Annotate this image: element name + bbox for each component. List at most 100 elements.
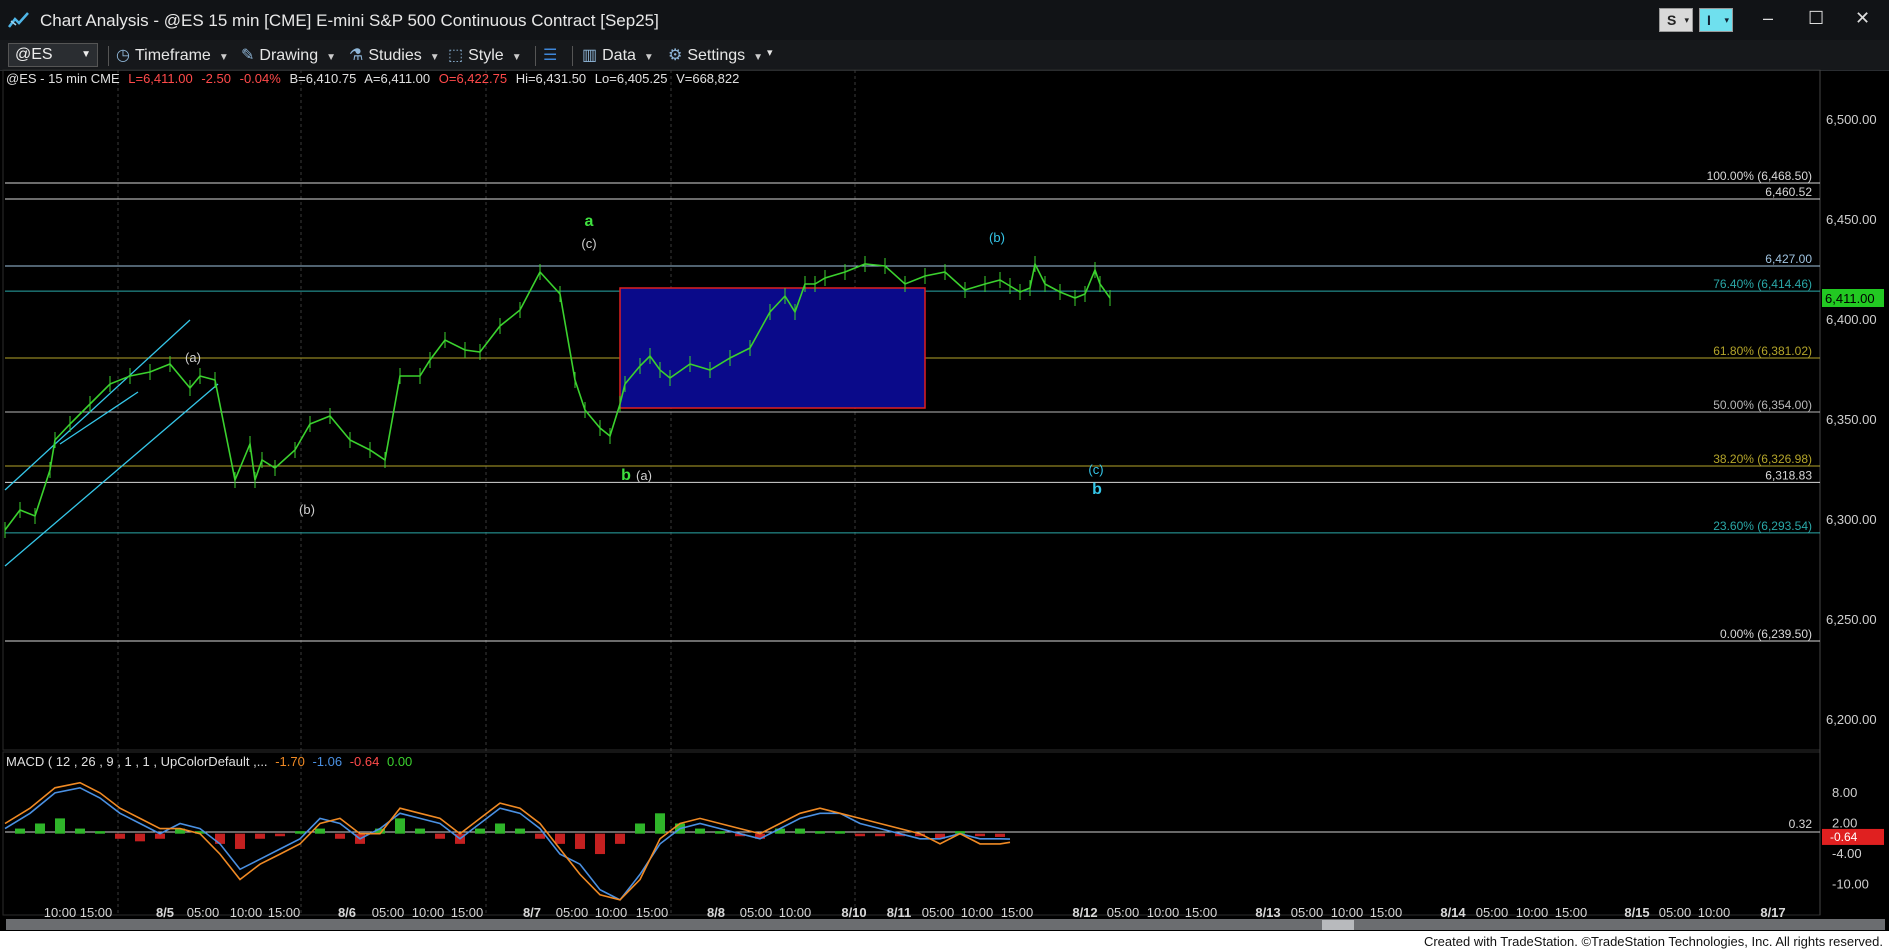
style-icon: ⬚ xyxy=(448,47,464,64)
time-axis-label: 8/5 xyxy=(156,905,174,918)
macd-histogram-bar xyxy=(315,828,325,834)
time-axis-label: 10:00 xyxy=(595,905,628,918)
macd-histogram-bar xyxy=(475,828,485,834)
horizontal-scrollbar[interactable] xyxy=(6,919,1885,930)
flask-icon: ⚗ xyxy=(349,47,364,64)
level-label: 6,318.83 xyxy=(1765,468,1812,482)
symbol-input[interactable]: @ES ▼ xyxy=(8,43,98,67)
drawing-menu[interactable]: ✎ Drawing ▼ xyxy=(241,45,336,65)
macd-histogram-bar xyxy=(75,828,85,834)
studies-menu[interactable]: ⚗ Studies ▼ xyxy=(349,45,440,65)
time-axis-label: 8/12 xyxy=(1072,905,1097,918)
channel-inner-line xyxy=(59,391,139,445)
bar-chart-icon: ▥ xyxy=(582,47,598,64)
chart-toolbar: @ES ▼ ◷ Timeframe ▼ ✎ Drawing ▼ ⚗ Studies ▼ ⬚ St… xyxy=(0,40,1889,71)
toolbar-overflow-icon[interactable]: ▾ xyxy=(767,46,773,59)
window-title: Chart Analysis - @ES 15 min [CME] E-mini… xyxy=(40,11,659,30)
price-axis-label: 6,300.00 xyxy=(1826,512,1877,527)
time-axis-label: 05:00 xyxy=(740,905,773,918)
price-series-line xyxy=(4,261,1111,531)
studies-dropdown-icon: ▼ xyxy=(429,52,440,63)
layout-icon: ☰ xyxy=(543,47,558,64)
pct-change: -0.04% xyxy=(239,71,281,86)
pencil-icon: ✎ xyxy=(241,47,255,64)
macd-histogram-bar xyxy=(995,833,1005,837)
time-axis-label: 8/7 xyxy=(523,905,541,918)
time-axis-label: 05:00 xyxy=(372,905,405,918)
macd-last-tag-label: -0.64 xyxy=(1830,830,1858,844)
maximize-button[interactable]: ☐ xyxy=(1808,8,1824,29)
macd-histogram-bar xyxy=(855,833,865,837)
macd-histogram-bar xyxy=(635,823,645,834)
layout-button[interactable]: ☰ xyxy=(543,45,562,65)
macd-histogram-bar xyxy=(115,833,125,839)
ask-price: A=6,411.00 xyxy=(364,71,431,86)
macd-histogram-bar xyxy=(435,833,445,839)
close-button[interactable]: ✕ xyxy=(1855,8,1870,29)
level-label: 23.60% (6,293.54) xyxy=(1713,519,1812,533)
time-axis-label: 15:00 xyxy=(1370,905,1403,918)
macd-value-2: -1.06 xyxy=(312,754,343,769)
macd-histogram-bar xyxy=(595,833,605,855)
settings-menu[interactable]: ⚙ Settings ▼ xyxy=(668,45,763,65)
time-axis-label: 8/6 xyxy=(338,905,356,918)
channel-upper-line xyxy=(4,319,191,491)
net-change: -2.50 xyxy=(201,71,231,86)
macd-label: MACD ( 12 , 26 , 9 , 1 , 1 , UpColorDefa… xyxy=(6,754,268,769)
time-axis-label: 15:00 xyxy=(1555,905,1588,918)
macd-signal-line xyxy=(4,781,1011,901)
time-axis-label: 10:00 xyxy=(1698,905,1731,918)
price-axis-label: 6,400.00 xyxy=(1826,312,1877,327)
minimize-button[interactable]: – xyxy=(1763,8,1773,29)
volume: V=668,822 xyxy=(676,71,740,86)
symbol-label: @ES - 15 min CME xyxy=(6,71,120,86)
timeframe-menu[interactable]: ◷ Timeframe ▼ xyxy=(116,45,229,65)
time-axis-label: 10:00 xyxy=(779,905,812,918)
time-axis-label: 05:00 xyxy=(1291,905,1324,918)
time-axis-label: 05:00 xyxy=(187,905,220,918)
style-menu[interactable]: ⬚ Style ▼ xyxy=(448,45,522,65)
price-axis-label: 6,200.00 xyxy=(1826,712,1877,727)
s-button[interactable]: S ▾ xyxy=(1659,8,1693,32)
wave-label: a xyxy=(585,213,594,230)
toolbar-separator xyxy=(535,46,536,66)
toolbar-separator xyxy=(108,46,109,66)
macd-histogram-bar xyxy=(975,833,985,837)
price-axis-label: 6,250.00 xyxy=(1826,612,1877,627)
time-axis-label: 8/8 xyxy=(707,905,725,918)
data-menu[interactable]: ▥ Data ▼ xyxy=(582,45,654,65)
time-axis-label: 10:00 xyxy=(230,905,263,918)
macd-histogram-bar xyxy=(35,823,45,834)
i-dropdown-icon: ▾ xyxy=(1724,15,1729,25)
s-dropdown-icon: ▾ xyxy=(1684,15,1689,25)
macd-axis-label: 8.00 xyxy=(1832,785,1857,800)
macd-pane-frame xyxy=(2,751,1821,916)
tradestation-logo-icon xyxy=(8,12,29,28)
macd-axis-label: -4.00 xyxy=(1832,846,1862,861)
macd-histogram-bar xyxy=(535,833,545,839)
level-label: 6,427.00 xyxy=(1765,252,1812,266)
price-pane-frame xyxy=(2,69,1821,751)
time-axis-label: 10:00 xyxy=(1331,905,1364,918)
macd-histogram-bar xyxy=(55,818,65,834)
scrollbar-thumb[interactable] xyxy=(1322,920,1354,930)
wave-label: b xyxy=(1092,481,1102,498)
level-label: 6,460.52 xyxy=(1765,185,1812,199)
time-axis-label: 15:00 xyxy=(268,905,301,918)
price-chart[interactable]: 6,200.00 6,250.00 6,300.00 6,350.00 6,400.00… xyxy=(0,68,1889,918)
macd-histogram-bar xyxy=(415,828,425,834)
macd-value-4: 0.00 xyxy=(386,754,413,769)
time-axis-label: 05:00 xyxy=(1107,905,1140,918)
macd-histogram-bar xyxy=(575,833,585,849)
macd-histogram-bar xyxy=(255,833,265,839)
open-price: O=6,422.75 xyxy=(438,71,508,86)
gear-icon: ⚙ xyxy=(668,47,683,64)
macd-histogram-bar xyxy=(235,833,245,849)
symbol-dropdown-icon: ▼ xyxy=(81,49,91,60)
macd-histogram-bar xyxy=(135,833,145,842)
time-axis-label: 05:00 xyxy=(556,905,589,918)
style-dropdown-icon: ▼ xyxy=(511,52,522,63)
i-button[interactable]: I ▾ xyxy=(1699,8,1733,32)
macd-header: MACD ( 12 , 26 , 9 , 1 , 1 , UpColorDefa… xyxy=(6,754,416,769)
bid-price: B=6,410.75 xyxy=(289,71,357,86)
